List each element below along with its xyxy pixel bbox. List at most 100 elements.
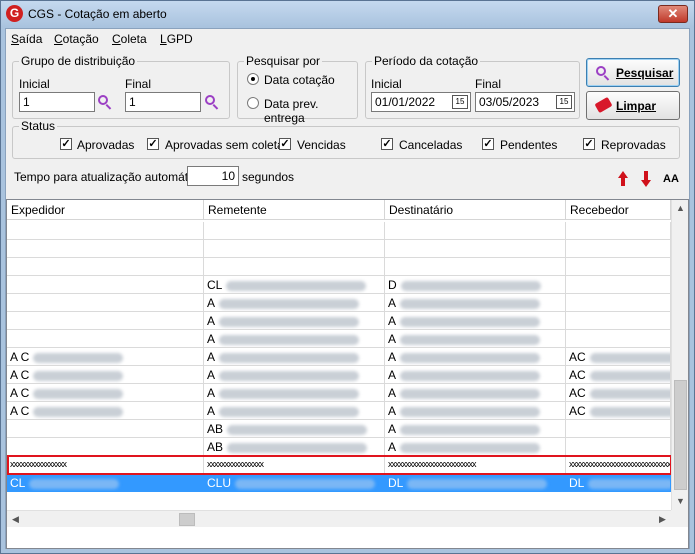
- redacted-text: [400, 424, 541, 435]
- checkbox-aprovadas[interactable]: ✓: [60, 138, 72, 150]
- cell-text: A: [388, 350, 397, 364]
- periodo-cotacao-group: Período da cotação Inicial 01/01/2022 15…: [365, 54, 580, 119]
- table-row[interactable]: xxxxxxxxxxxxxxxx xxxxxxxxxxxxxxxx xxxxxxxx…: [7, 456, 671, 474]
- vertical-scroll-thumb[interactable]: [674, 380, 687, 490]
- cell-text: A: [207, 332, 216, 346]
- radio-data-cotacao[interactable]: [247, 73, 259, 85]
- table-row[interactable]: AA: [7, 330, 671, 348]
- table-row[interactable]: AA: [7, 294, 671, 312]
- limpar-button[interactable]: Limpar: [586, 91, 680, 120]
- status-group: Status ✓ Aprovadas ✓ Aprovadas sem colet…: [12, 119, 680, 159]
- refresh-interval-input[interactable]: 10: [187, 166, 239, 186]
- checkbox-reprovadas[interactable]: ✓: [583, 138, 595, 150]
- checkbox-aprovadas-sem-coleta[interactable]: ✓: [147, 138, 159, 150]
- horizontal-scroll-thumb[interactable]: [179, 513, 195, 526]
- grupo-final-input[interactable]: 1: [125, 92, 201, 112]
- periodo-final-calendar-icon[interactable]: 15: [556, 95, 572, 109]
- redacted-text: [33, 388, 124, 399]
- table-row[interactable]: [7, 240, 671, 258]
- menu-cotacao[interactable]: Cotação: [54, 32, 99, 46]
- table-row[interactable]: [7, 222, 671, 240]
- cell-text: A: [388, 332, 397, 346]
- table-cell: A: [204, 366, 385, 384]
- redacted-text: [219, 406, 360, 417]
- scroll-up-icon[interactable]: ▲: [672, 200, 688, 217]
- table-cell: [385, 258, 566, 276]
- font-size-icon[interactable]: AA: [663, 173, 679, 185]
- cell-text: CL: [10, 476, 26, 490]
- menu-saida[interactable]: Saída: [11, 32, 42, 46]
- redacted-text: [400, 406, 541, 417]
- redacted-text: [400, 370, 541, 381]
- table-row[interactable]: A C A A AC: [7, 402, 671, 420]
- title-bar: G CGS - Cotação em aberto ✕: [1, 1, 694, 27]
- table-row[interactable]: A C A A AC: [7, 366, 671, 384]
- menu-coleta[interactable]: Coleta: [112, 32, 147, 46]
- close-button[interactable]: ✕: [658, 5, 688, 23]
- table-cell: [7, 312, 204, 330]
- redacted-text: [227, 442, 368, 453]
- table-row[interactable]: AB A: [7, 420, 671, 438]
- table-cell: [204, 222, 385, 240]
- checkbox-vencidas[interactable]: ✓: [279, 138, 291, 150]
- table-row[interactable]: AA: [7, 312, 671, 330]
- table-cell: xxxxxxxxxxxxxxxx: [204, 456, 385, 474]
- redacted-text: [400, 316, 541, 327]
- table-cell: A: [385, 366, 566, 384]
- checkbox-pendentes[interactable]: ✓: [482, 138, 494, 150]
- grupo-final-search-icon[interactable]: [204, 94, 220, 110]
- table-cell: CL: [204, 276, 385, 294]
- scroll-right-icon[interactable]: ▶: [654, 511, 671, 528]
- cell-text: D: [388, 278, 397, 292]
- table-row[interactable]: [7, 258, 671, 276]
- checkbox-canceladas[interactable]: ✓: [381, 138, 393, 150]
- cell-text: xxxxxxxxxxxxxxxxxxxxxxxxxxxxxx: [569, 459, 671, 469]
- table-cell: AB: [204, 420, 385, 438]
- table-row[interactable]: CL CLU DL DL: [7, 474, 671, 492]
- sort-down-icon[interactable]: [641, 171, 651, 187]
- col-remetente[interactable]: Remetente: [204, 200, 385, 220]
- search-icon: [595, 65, 611, 81]
- redacted-text: [33, 370, 124, 381]
- cotacao-grid[interactable]: Expedidor Remetente Destinatário Recebed…: [6, 199, 689, 549]
- scrollbar-corner: [671, 510, 688, 527]
- checkbox-canceladas-label: Canceladas: [399, 138, 463, 152]
- redacted-text: [400, 298, 541, 309]
- vertical-scrollbar[interactable]: ▲ ▼: [671, 200, 688, 510]
- cell-text: A: [388, 422, 397, 436]
- scroll-left-icon[interactable]: ◀: [7, 511, 24, 528]
- table-row[interactable]: A C A A AC: [7, 348, 671, 366]
- grupo-inicial-search-icon[interactable]: [97, 94, 113, 110]
- menu-lgpd[interactable]: LGPD: [160, 32, 193, 46]
- col-recebedor[interactable]: Recebedor: [566, 200, 671, 220]
- table-cell: CL: [7, 474, 204, 492]
- col-destinatario[interactable]: Destinatário: [385, 200, 566, 220]
- cell-text: DL: [569, 476, 585, 490]
- table-row[interactable]: A C A A AC: [7, 384, 671, 402]
- redacted-text: [219, 370, 360, 381]
- cell-text: DL: [388, 476, 404, 490]
- table-cell: [7, 240, 204, 258]
- cell-text: AC: [569, 368, 586, 382]
- col-expedidor[interactable]: Expedidor: [7, 200, 204, 220]
- table-row[interactable]: AB A: [7, 438, 671, 456]
- table-cell: [566, 312, 671, 330]
- horizontal-scrollbar[interactable]: ◀ ▶: [7, 510, 671, 527]
- sort-up-icon[interactable]: [618, 171, 628, 187]
- table-cell: [7, 276, 204, 294]
- table-row[interactable]: CL D: [7, 276, 671, 294]
- refresh-unit-label: segundos: [242, 170, 295, 184]
- redacted-text: [588, 478, 670, 489]
- grupo-inicial-input[interactable]: 1: [19, 92, 95, 112]
- redacted-text: [219, 334, 360, 345]
- table-cell: xxxxxxxxxxxxxxxxxxxxxxxxx: [385, 456, 566, 474]
- grupo-inicial-label: Inicial: [19, 77, 50, 91]
- pesquisar-button[interactable]: Pesquisar: [586, 58, 680, 87]
- scroll-down-icon[interactable]: ▼: [672, 493, 688, 510]
- radio-data-prev-entrega[interactable]: [247, 97, 259, 109]
- table-cell: [566, 258, 671, 276]
- redacted-text: [589, 352, 670, 363]
- redacted-text: [219, 352, 360, 363]
- cell-text: CL: [207, 278, 223, 292]
- periodo-inicial-calendar-icon[interactable]: 15: [452, 95, 468, 109]
